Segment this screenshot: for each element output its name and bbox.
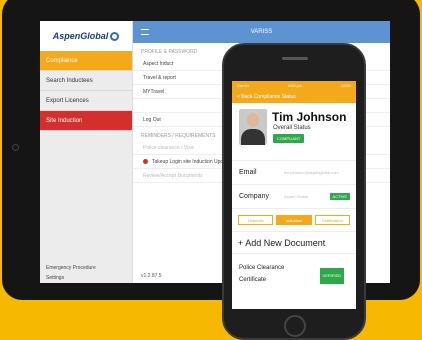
- list-item-label: Aspect Induct: [143, 60, 174, 67]
- avatar: [239, 109, 267, 145]
- document-tabs: Licences Induction Certification: [232, 209, 356, 232]
- overall-status-label: Overall Status: [273, 125, 311, 131]
- profile-name: Tim Johnson: [272, 110, 347, 124]
- sidebar-item[interactable]: Site Induction: [40, 111, 132, 131]
- nav-title[interactable]: < Back Compliance Status: [237, 94, 296, 100]
- company-label: Company: [239, 193, 269, 200]
- avatar-body: [241, 129, 265, 145]
- company-badge: ACTIVE: [329, 193, 350, 200]
- company-field: Company Aspen Global ACTIVE: [232, 185, 356, 209]
- home-button[interactable]: [284, 315, 306, 337]
- verified-badge: VERIFIED: [319, 268, 344, 284]
- tablet-sidebar: AspenGlobal Compliance Search Inductees Ex…: [40, 21, 133, 283]
- add-document-label: Add New Document: [245, 237, 326, 248]
- tab-certification[interactable]: Certification: [314, 215, 350, 225]
- sidebar-item[interactable]: Search Inductees: [40, 71, 132, 91]
- list-item-label: MYTravel: [143, 88, 165, 95]
- clock-label: 4:00 pm: [287, 83, 303, 88]
- list-item-label: Log Out: [143, 116, 161, 123]
- sidebar-item-settings[interactable]: Settings: [40, 273, 133, 283]
- alert-dot-icon: [143, 159, 148, 164]
- tablet-camera: [12, 144, 19, 151]
- avatar-head: [247, 113, 259, 127]
- logo-ring-icon: [110, 31, 120, 41]
- email-field: Email tim.johnson@aspenglobal.com: [232, 161, 356, 185]
- phone-screen: Carrier 4:00 pm 100% < Back Compliance S…: [232, 81, 356, 309]
- carrier-label: Carrier: [237, 83, 250, 88]
- email-value: tim.johnson@aspenglobal.com: [284, 170, 339, 175]
- phone-status-bar: Carrier 4:00 pm 100%: [232, 81, 356, 90]
- version-label: v1.2.87.5: [141, 273, 162, 279]
- profile-card: Tim Johnson Overall Status COMPLIANT: [232, 103, 356, 161]
- topbar-title: VARISS: [250, 29, 273, 35]
- sidebar-item[interactable]: Export Licences: [40, 91, 132, 111]
- list-item-label: Police clearance / Visa: [143, 144, 194, 151]
- app-logo: AspenGlobal: [40, 21, 132, 51]
- list-item-label: Travel & report: [143, 74, 176, 81]
- company-value: Aspen Global: [284, 194, 309, 199]
- list-item-label: Review/Accept Documents: [143, 172, 203, 179]
- sidebar-item[interactable]: Compliance: [40, 51, 132, 71]
- add-document-button[interactable]: + Add New Document: [232, 232, 356, 254]
- phone-nav-bar[interactable]: < Back Compliance Status: [232, 90, 356, 103]
- list-item-label: Takeup Login site Induction Update: [152, 158, 231, 165]
- tablet-topbar: VARISS: [133, 21, 390, 43]
- phone-device: Carrier 4:00 pm 100% < Back Compliance S…: [222, 43, 366, 340]
- hamburger-menu-icon[interactable]: [141, 29, 149, 35]
- police-clearance-item[interactable]: Police Clearance Certificate VERIFIED: [232, 254, 356, 290]
- phone-speaker: [282, 57, 308, 60]
- logo-text: AspenGlobal: [52, 31, 109, 41]
- sidebar-item-emergency[interactable]: Emergency Procedure: [40, 263, 133, 273]
- battery-label: 100%: [340, 83, 351, 88]
- sidebar-bottom-links: Emergency Procedure Settings: [40, 263, 133, 283]
- email-label: Email: [239, 169, 257, 176]
- tab-induction[interactable]: Induction: [276, 215, 312, 225]
- tab-licences[interactable]: Licences: [238, 215, 274, 225]
- plus-icon: +: [238, 237, 244, 248]
- status-badge: COMPLIANT: [273, 134, 305, 143]
